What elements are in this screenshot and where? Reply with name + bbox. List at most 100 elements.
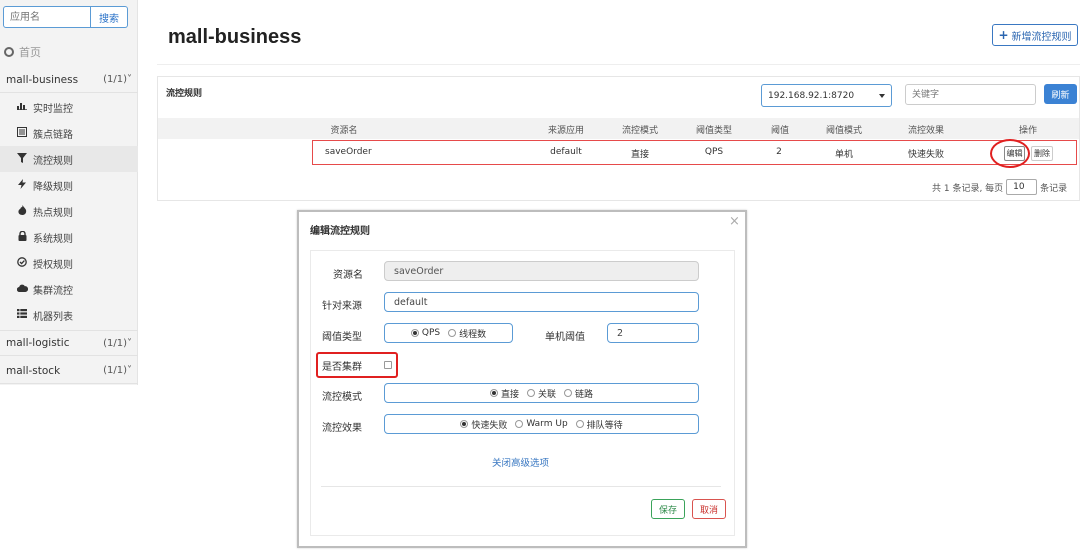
radio-threads[interactable]: 线程数 bbox=[448, 327, 486, 340]
cell-threshold-type: QPS bbox=[704, 147, 724, 157]
caret-down-icon bbox=[879, 93, 885, 98]
sidebar-item-label: 实时监控 bbox=[33, 103, 73, 115]
sidebar-app-mall-stock[interactable]: mall-stock (1/1)˅ bbox=[0, 358, 138, 384]
save-button[interactable]: 保存 bbox=[651, 499, 685, 519]
app-search: 搜索 bbox=[3, 6, 128, 28]
column-header: 阈值模式 bbox=[825, 126, 863, 136]
source-field[interactable]: default bbox=[384, 292, 699, 312]
radio-dot bbox=[575, 420, 584, 428]
radio-fast-fail[interactable]: 快速失败 bbox=[460, 418, 507, 431]
column-header: 操作 bbox=[1018, 126, 1038, 136]
radio-chain[interactable]: 链路 bbox=[564, 387, 593, 400]
app-instance-count: (1/1)˅ bbox=[103, 74, 132, 85]
bar-chart-icon bbox=[17, 101, 27, 113]
app-name: mall-logistic bbox=[6, 337, 70, 349]
sidebar: 搜索 首页 mall-business (1/1)˅ 实时监控 簇点链路 流控规… bbox=[0, 0, 138, 385]
add-flow-rule-button[interactable]: + 新增流控规则 bbox=[992, 24, 1078, 46]
sidebar-item-hotspot-rules[interactable]: 热点规则 bbox=[0, 198, 138, 224]
sidebar-item-cluster-link[interactable]: 簇点链路 bbox=[0, 120, 138, 146]
table-row bbox=[312, 140, 1077, 165]
radio-qps[interactable]: QPS bbox=[410, 328, 441, 338]
radio-label: 快速失败 bbox=[471, 420, 508, 431]
check-circle-icon bbox=[17, 256, 27, 270]
panel-title: 流控规则 bbox=[166, 89, 203, 99]
home-link[interactable]: 首页 bbox=[4, 44, 41, 60]
pagination: 共 1 条记录, 每页 条记录 bbox=[932, 179, 1067, 195]
sidebar-app-mall-logistic[interactable]: mall-logistic (1/1)˅ bbox=[0, 330, 138, 356]
fire-icon bbox=[17, 204, 27, 218]
effect-radio-group: 快速失败 Warm Up 排队等待 bbox=[384, 414, 699, 434]
radio-dot bbox=[526, 389, 535, 397]
cloud-icon bbox=[16, 284, 29, 295]
radio-label: 线程数 bbox=[459, 329, 487, 340]
sidebar-item-label: 集群流控 bbox=[33, 285, 73, 297]
radio-label: Warm Up bbox=[526, 419, 568, 429]
search-button[interactable]: 搜索 bbox=[91, 6, 128, 28]
machine-select-value: 192.168.92.1:8720 bbox=[768, 90, 855, 101]
sidebar-item-label: 系统规则 bbox=[33, 233, 73, 245]
radio-dot bbox=[489, 389, 498, 397]
sidebar-item-label: 降级规则 bbox=[33, 181, 73, 193]
close-icon[interactable]: × bbox=[729, 214, 740, 229]
sidebar-item-auth-rules[interactable]: 授权规则 bbox=[0, 250, 138, 276]
home-icon bbox=[4, 47, 14, 57]
refresh-button[interactable]: 刷新 bbox=[1044, 84, 1077, 104]
sidebar-item-realtime-monitor[interactable]: 实时监控 bbox=[0, 94, 138, 120]
dialog-title: 编辑流控规则 bbox=[310, 226, 370, 237]
list-icon bbox=[17, 126, 27, 140]
radio-relate[interactable]: 关联 bbox=[526, 387, 556, 400]
app-search-input[interactable] bbox=[3, 6, 91, 28]
radio-dot bbox=[410, 329, 419, 337]
page-size-input[interactable] bbox=[1006, 179, 1038, 195]
delete-button[interactable]: 删除 bbox=[1031, 146, 1053, 161]
radio-dot bbox=[448, 329, 457, 337]
column-header: 资源名 bbox=[330, 126, 358, 136]
pager-prefix: 共 1 条记录, 每页 bbox=[932, 183, 1004, 194]
mode-radio-group: 直接 关联 链路 bbox=[384, 383, 699, 403]
cancel-button[interactable]: 取消 bbox=[692, 499, 726, 519]
threshold-type-radio-group: QPS 线程数 bbox=[384, 323, 513, 343]
title-divider bbox=[157, 64, 1080, 65]
resource-label: 资源名 bbox=[333, 270, 363, 281]
resource-field: saveOrder bbox=[384, 261, 699, 281]
column-header: 来源应用 bbox=[547, 126, 585, 136]
radio-dot bbox=[564, 389, 572, 397]
toggle-advanced-link[interactable]: 关闭高级选项 bbox=[492, 455, 549, 469]
keyword-input[interactable] bbox=[905, 84, 1036, 105]
home-label: 首页 bbox=[19, 46, 41, 59]
app-name: mall-stock bbox=[6, 364, 61, 377]
cell-resource: saveOrder bbox=[325, 147, 372, 157]
column-header: 流控模式 bbox=[621, 126, 659, 136]
sidebar-item-machine-list[interactable]: 机器列表 bbox=[0, 302, 138, 328]
radio-warm-up[interactable]: Warm Up bbox=[515, 419, 568, 429]
sidebar-item-cluster-flow[interactable]: 集群流控 bbox=[0, 276, 138, 302]
sidebar-app-mall-business[interactable]: mall-business (1/1)˅ bbox=[0, 67, 138, 93]
app-name: mall-business bbox=[6, 73, 79, 86]
mode-label: 流控模式 bbox=[322, 392, 362, 403]
bolt-icon bbox=[17, 178, 27, 192]
sidebar-item-label: 授权规则 bbox=[33, 259, 73, 271]
sidebar-item-degrade-rules[interactable]: 降级规则 bbox=[0, 172, 138, 198]
threshold-field[interactable]: 2 bbox=[607, 323, 699, 343]
machine-select[interactable]: 192.168.92.1:8720 bbox=[761, 84, 892, 107]
radio-queue[interactable]: 排队等待 bbox=[575, 418, 623, 431]
radio-dot bbox=[515, 420, 524, 428]
cell-source: default bbox=[550, 147, 582, 157]
radio-direct[interactable]: 直接 bbox=[489, 387, 519, 400]
cell-threshold-mode: 单机 bbox=[834, 150, 854, 160]
sidebar-item-system-rules[interactable]: 系统规则 bbox=[0, 224, 138, 250]
sidebar-item-label: 流控规则 bbox=[33, 155, 73, 167]
sidebar-item-label: 簇点链路 bbox=[33, 129, 73, 141]
app-instance-count: (1/1)˅ bbox=[103, 365, 132, 376]
radio-label: QPS bbox=[421, 328, 441, 338]
sidebar-item-label: 热点规则 bbox=[33, 207, 73, 219]
threshold-type-label: 阈值类型 bbox=[322, 332, 362, 343]
plus-icon: + bbox=[998, 28, 1009, 42]
column-header: 流控效果 bbox=[907, 126, 945, 136]
radio-label: 关联 bbox=[537, 389, 556, 400]
cell-effect: 快速失败 bbox=[907, 150, 945, 160]
threshold-label: 单机阈值 bbox=[545, 332, 585, 343]
lock-icon bbox=[17, 230, 27, 244]
sidebar-item-flow-rules[interactable]: 流控规则 bbox=[0, 146, 138, 172]
effect-label: 流控效果 bbox=[322, 423, 362, 434]
